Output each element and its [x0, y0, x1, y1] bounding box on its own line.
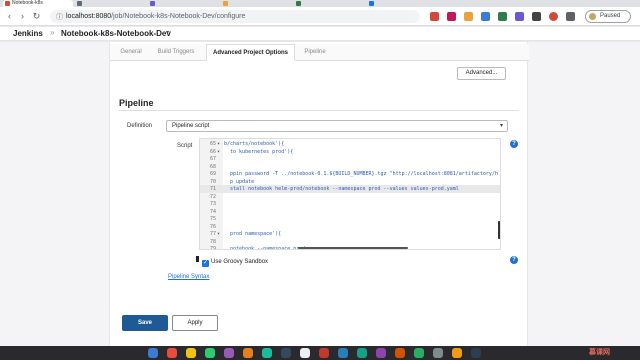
reload-icon[interactable]: ↻ [31, 11, 42, 22]
screen: Notebook-k8s ‹ › ↻ ⓘ localhost:8080/job/… [0, 0, 640, 360]
definition-value: Pipeline script [172, 123, 210, 129]
address-bar[interactable]: ⓘ localhost:8080/job/Notebook-k8s-Notebo… [50, 10, 420, 23]
dock-app-icon[interactable] [281, 348, 291, 358]
extension-icon[interactable] [430, 12, 439, 21]
browser-tab[interactable] [367, 0, 437, 7]
horizontal-scrollbar[interactable] [298, 247, 408, 249]
back-icon[interactable]: ‹ [4, 11, 15, 22]
extension-icon[interactable] [549, 12, 558, 21]
browser-tab[interactable] [148, 0, 218, 7]
dock-app-icon[interactable] [148, 348, 158, 358]
dock-app-icon[interactable] [414, 348, 424, 358]
script-label: Script [177, 143, 193, 149]
vertical-scrollbar[interactable] [498, 221, 500, 239]
dock-app-icon[interactable] [243, 348, 253, 358]
profile-button[interactable]: Paused [585, 10, 631, 23]
chevron-down-icon[interactable]: ▾ [166, 29, 169, 36]
browser-tab[interactable] [75, 0, 145, 7]
dock-app-icon[interactable] [376, 348, 386, 358]
extension-icon[interactable] [447, 12, 456, 21]
dock-app-icon[interactable] [186, 348, 196, 358]
dock-app-icon[interactable] [338, 348, 348, 358]
dock-app-icon[interactable] [262, 348, 272, 358]
pipeline-syntax-link[interactable]: Pipeline Syntax [168, 274, 209, 280]
dock-app-icon[interactable] [433, 348, 443, 358]
line-number: 79 [209, 246, 216, 250]
config-tabs: General Build Triggers Advanced Project … [110, 44, 529, 61]
extension-icon[interactable] [498, 12, 507, 21]
sandbox-label[interactable]: Use Groovy Sandbox [211, 259, 268, 265]
dock-app-icon[interactable] [319, 348, 329, 358]
tab-advanced-project-options[interactable]: Advanced Project Options [206, 44, 295, 61]
advanced-button[interactable]: Advanced... [457, 67, 506, 80]
tab-build-triggers[interactable]: Build Triggers [150, 44, 202, 61]
favicon-icon [5, 1, 10, 6]
mouse-cursor [196, 256, 200, 262]
apply-button[interactable]: Apply [172, 315, 218, 331]
browser-tab-strip: Notebook-k8s [0, 0, 640, 7]
config-panel: General Build Triggers Advanced Project … [109, 42, 529, 346]
macos-dock [0, 346, 640, 360]
puzzle-icon[interactable] [566, 12, 575, 21]
extension-icon[interactable] [464, 12, 473, 21]
sandbox-checkbox[interactable]: ✓ [202, 260, 209, 267]
breadcrumb-separator: » [50, 28, 55, 37]
browser-tab[interactable]: Notebook-k8s [3, 0, 73, 7]
info-icon[interactable]: ⓘ [56, 12, 63, 22]
definition-select[interactable]: Pipeline script ▾ [166, 120, 508, 132]
url-path: /job/Notebook-k8s-Notebook-Dev/configure [111, 13, 246, 20]
dock-app-icon[interactable] [452, 348, 462, 358]
dock-app-icon[interactable] [205, 348, 215, 358]
browser-tab[interactable] [294, 0, 364, 7]
jenkins-logo[interactable]: Jenkins [13, 29, 43, 38]
browser-tab[interactable] [221, 0, 291, 7]
script-editor[interactable]: 65 ▾ b/charts/notebook'){66 ▾ to kubernetes… [199, 138, 501, 250]
forward-icon[interactable]: › [17, 11, 28, 22]
dock-app-icon[interactable] [224, 348, 234, 358]
favicon-icon [369, 1, 374, 6]
browser-tab-title: Notebook-k8s [12, 0, 43, 6]
dock-app-icon[interactable] [471, 348, 481, 358]
chevron-down-icon: ▾ [499, 123, 503, 129]
url-host: localhost:8080 [66, 13, 112, 20]
browser-toolbar: ‹ › ↻ ⓘ localhost:8080/job/Notebook-k8s-… [0, 7, 640, 26]
favicon-icon [223, 1, 228, 6]
breadcrumb-job[interactable]: Notebook-k8s-Notebook-Dev [61, 29, 171, 38]
jenkins-header: Jenkins » Notebook-k8s-Notebook-Dev ▾ [0, 27, 640, 41]
dock-app-icon[interactable] [300, 348, 310, 358]
dock-app-icon[interactable] [357, 348, 367, 358]
favicon-icon [150, 1, 155, 6]
watermark-logo: 慕课网 [589, 349, 610, 356]
dock-app-icon[interactable] [395, 348, 405, 358]
dock-app-icon[interactable] [167, 348, 177, 358]
url-text[interactable]: localhost:8080/job/Notebook-k8s-Notebook… [66, 10, 245, 23]
avatar [589, 13, 596, 20]
save-button[interactable]: Save [122, 315, 168, 331]
extension-icon[interactable] [532, 12, 541, 21]
favicon-icon [77, 1, 82, 6]
divider [119, 110, 519, 111]
definition-label: Definition [127, 123, 153, 129]
extension-icon[interactable] [515, 12, 524, 21]
section-title: Pipeline [119, 98, 154, 108]
tab-general[interactable]: General [115, 44, 147, 61]
extension-icon[interactable] [481, 12, 490, 21]
help-icon[interactable]: ? [510, 256, 518, 264]
profile-status: Paused [600, 13, 621, 19]
help-icon[interactable]: ? [510, 140, 518, 148]
favicon-icon [296, 1, 301, 6]
code-text: notebook --namespace prod [224, 246, 306, 250]
main-content: General Build Triggers Advanced Project … [0, 42, 640, 346]
tab-pipeline[interactable]: Pipeline [298, 44, 332, 61]
